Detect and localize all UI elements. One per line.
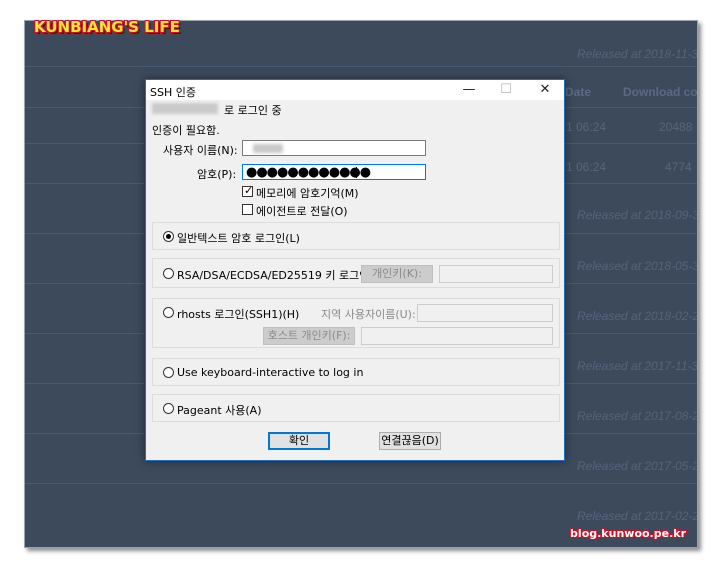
release-label: Released at 2018-11-3 <box>577 47 698 61</box>
password-field[interactable]: ●●●●●●●●●●●● <box>242 164 426 180</box>
local-username-label: 지역 사용자이름(U): <box>321 308 416 321</box>
close-button[interactable]: ✕ <box>530 81 560 99</box>
method-rhosts-radio[interactable] <box>163 307 174 318</box>
method-plain-group: 일반텍스트 암호 로그인(L) <box>152 222 560 250</box>
ssh-auth-dialog: SSH 인증 — ☐ ✕ 로 로그인 중 인증이 필요함. 사용자 이름(N):… <box>145 79 565 461</box>
release-label: Released at 2018-02-2 <box>577 309 698 323</box>
redacted-username <box>253 144 283 153</box>
remember-password-checkbox[interactable]: ✓ <box>242 184 254 197</box>
minimize-button[interactable]: — <box>454 81 484 99</box>
release-label: Released at 2017-02-2 <box>577 509 698 523</box>
column-header-date: Date <box>565 85 592 99</box>
method-keyboard-radio[interactable] <box>163 367 174 378</box>
method-rsa-group: RSA/DSA/ECDSA/ED25519 키 로그인( 개인키(K): <box>152 258 560 288</box>
method-keyboard-group: Use keyboard-interactive to log in <box>152 358 560 386</box>
username-label: 사용자 이름(N): <box>163 144 238 157</box>
release-label: Released at 2017-11-3 <box>577 359 698 373</box>
check-icon: ✓ <box>244 184 254 197</box>
disconnect-button[interactable]: 연결끊음(D) <box>379 432 441 450</box>
login-status: 로 로그인 중 <box>224 104 282 117</box>
host-key-button: 호스트 개인키(F): <box>263 327 355 345</box>
private-key-button: 개인키(K): <box>361 265 433 283</box>
text-caret <box>356 167 357 178</box>
auth-required-text: 인증이 필요함. <box>152 124 220 137</box>
local-username-field <box>417 304 553 322</box>
method-pageant-label: Pageant 사용(A) <box>177 404 262 417</box>
row-divider <box>25 483 697 484</box>
dialog-title: SSH 인증 <box>150 86 196 99</box>
maximize-button: ☐ <box>500 82 512 97</box>
blog-logo: KUNBIANG'S LIFE <box>34 18 180 36</box>
column-header-downloads: Download co <box>623 85 698 99</box>
method-rhosts-label: rhosts 로그인(SSH1)(H) <box>177 308 300 321</box>
blog-watermark: blog.kunwoo.pe.kr <box>570 527 686 540</box>
row-date: 1 06:24 <box>566 120 607 134</box>
release-label: Released at 2018-05-3 <box>577 259 698 273</box>
password-mask: ●●●●●●●●●●●● <box>246 165 371 180</box>
method-rsa-radio[interactable] <box>163 268 174 279</box>
method-pageant-radio[interactable] <box>163 403 174 414</box>
release-label: Released at 2018-09-3 <box>577 208 698 222</box>
username-field[interactable] <box>242 140 426 156</box>
method-plain-radio[interactable] <box>163 231 174 242</box>
forward-agent-label: 에이전트로 전달(O) <box>256 205 348 218</box>
release-label: Released at 2017-08-2 <box>577 409 698 423</box>
row-downloads: 4774 <box>665 160 692 174</box>
row-downloads: 20488 <box>659 120 693 134</box>
method-keyboard-label: Use keyboard-interactive to log in <box>177 366 364 379</box>
method-rsa-label: RSA/DSA/ECDSA/ED25519 키 로그인( <box>177 269 374 282</box>
host-key-field <box>361 327 553 345</box>
radio-selected-dot <box>166 234 171 239</box>
method-pageant-group: Pageant 사용(A) <box>152 394 560 422</box>
remember-password-label: 메모리에 암호기억(M) <box>256 187 359 200</box>
title-bar: SSH 인증 — ☐ ✕ <box>146 80 564 100</box>
forward-agent-checkbox[interactable] <box>242 204 253 215</box>
row-date: 1 06:24 <box>566 160 607 174</box>
row-divider <box>25 66 697 67</box>
redacted-host <box>152 103 218 114</box>
method-plain-label: 일반텍스트 암호 로그인(L) <box>177 232 300 245</box>
release-label: Released at 2017-05-2 <box>577 459 698 473</box>
private-key-field <box>439 265 553 283</box>
method-rhosts-group: rhosts 로그인(SSH1)(H) 지역 사용자이름(U): 호스트 개인키… <box>152 298 560 348</box>
password-label: 암호(P): <box>197 168 237 181</box>
ok-button[interactable]: 확인 <box>268 432 330 450</box>
